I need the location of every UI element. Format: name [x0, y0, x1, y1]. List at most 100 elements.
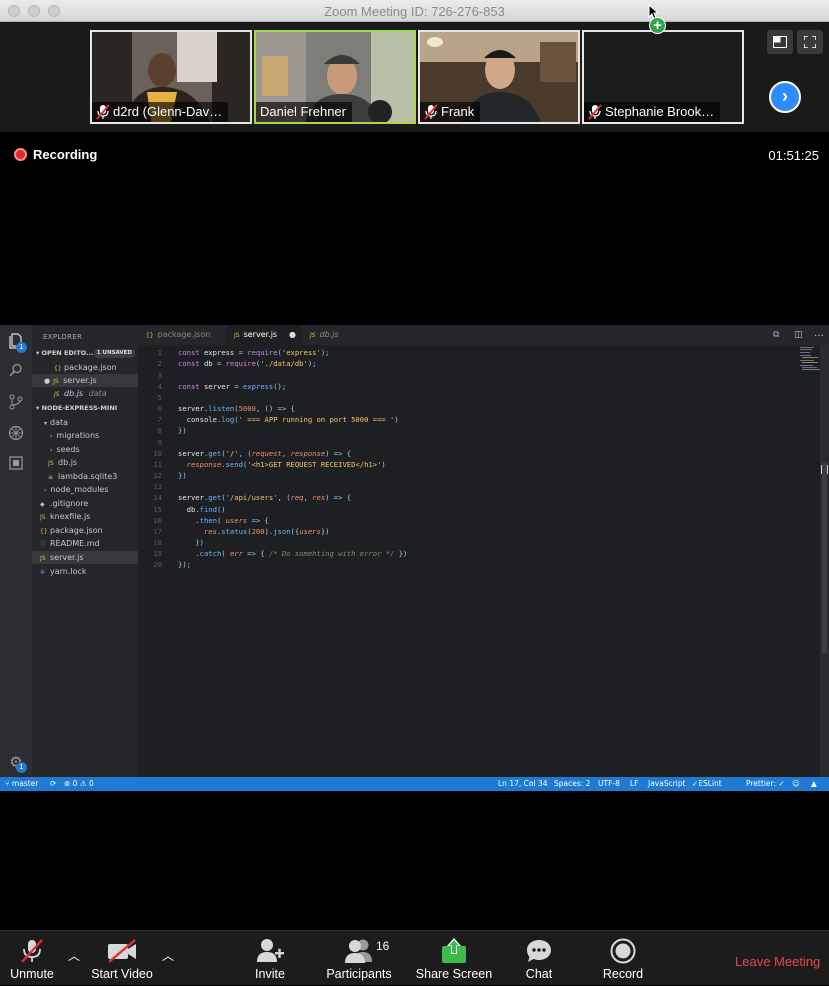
notifications-bell-icon[interactable]: ▲ [811, 777, 817, 791]
unmute-button[interactable]: Unmute [2, 931, 62, 986]
explorer-badge: 1 [16, 342, 27, 353]
start-video-button[interactable]: Start Video [86, 931, 158, 986]
extensions-icon[interactable] [7, 456, 25, 474]
code-line: .catch( err => { /* Do somehting with er… [178, 549, 408, 558]
participant-tile[interactable]: Stephanie Brook… [582, 30, 744, 124]
debug-icon[interactable] [7, 425, 25, 443]
settings-badge: 1 [16, 762, 27, 773]
tree-file-selected[interactable]: JS server.js [32, 551, 138, 564]
code-line: server.get('/api/users', (req, res) => { [178, 493, 352, 502]
json-file-icon: {} [54, 365, 62, 372]
record-icon [610, 938, 636, 964]
share-screen-button[interactable]: Share Screen [414, 931, 494, 986]
js-file-icon: JS [234, 332, 240, 339]
line-number: 13 [153, 482, 162, 491]
tree-file[interactable]: ≡ lambda.sqlite3 [32, 470, 138, 483]
tab-server-js[interactable]: JS server.js ● [226, 325, 302, 345]
minimap[interactable] [800, 347, 820, 371]
js-file-icon: JS [40, 514, 46, 521]
record-button[interactable]: Record [600, 931, 646, 986]
line-number: 18 [153, 538, 162, 547]
fullscreen-button[interactable] [797, 30, 823, 54]
video-options-caret-icon[interactable]: ︿ [162, 947, 174, 964]
explorer-title: EXPLORER [43, 333, 83, 341]
tab-package-json[interactable]: {} package.json [138, 325, 224, 345]
code-editor[interactable]: 1 2 3 4 5 6 7 8 9 10 11 12 13 14 15 16 1… [138, 345, 820, 777]
more-actions-icon[interactable]: … [814, 328, 824, 339]
feedback-smiley-icon[interactable]: ☺ [792, 777, 800, 791]
git-branch[interactable]: ⑂ master [5, 777, 38, 791]
tree-file[interactable]: ◆ .gitignore [32, 497, 138, 510]
participant-name-label: Frank [420, 102, 481, 122]
indentation[interactable]: Spaces: 2 [554, 777, 590, 791]
tree-file[interactable]: ✲ yarn.lock [32, 565, 138, 578]
database-file-icon: ≡ [48, 474, 54, 481]
tree-file[interactable]: JS db.js [32, 456, 138, 469]
open-changes-icon[interactable]: ⧉ [773, 330, 779, 340]
shared-screen-vscode: 1 ⚙ 1 EXPLORER ▾ OPEN EDITO... 1 UNSAVED… [0, 325, 829, 791]
next-page-button[interactable]: › [769, 81, 801, 113]
participant-tile[interactable]: Frank [418, 30, 580, 124]
open-editor-item[interactable]: JS db.js data [32, 387, 138, 400]
json-file-icon: {} [146, 332, 154, 339]
cursor-position[interactable]: Ln 17, Col 34 [498, 777, 547, 791]
js-file-icon: JS [310, 332, 316, 339]
json-file-icon: {} [40, 528, 48, 535]
participant-count-badge: 16 [376, 939, 390, 953]
code-line: }); [178, 560, 191, 569]
editor-scrollbar[interactable] [820, 345, 829, 777]
muted-mic-icon [96, 104, 110, 120]
participant-tile[interactable]: d2rd (Glenn-Dav… [90, 30, 252, 124]
source-control-icon[interactable] [7, 394, 25, 412]
tree-folder[interactable]: › migrations [32, 429, 138, 442]
code-line: server.get('/', (request, response) => { [178, 449, 352, 458]
language-mode[interactable]: JavaScript [648, 777, 686, 791]
open-editors-section[interactable]: ▾ OPEN EDITO... 1 UNSAVED [32, 347, 138, 360]
meeting-controls: Unmute ︿ Start Video ︿ Invite Participan… [0, 930, 829, 985]
prettier-status[interactable]: Prettier: ✓ [746, 777, 785, 791]
info-file-icon: ⓘ [40, 541, 47, 548]
line-number: 10 [153, 449, 162, 458]
unsaved-dot-icon[interactable]: ● [289, 325, 296, 345]
js-file-icon: JS [54, 391, 60, 398]
tab-db-js[interactable]: JS db.js [302, 325, 372, 345]
scrollbar-thumb[interactable] [822, 463, 827, 653]
line-ending[interactable]: LF [630, 777, 639, 791]
code-line: db.find() [186, 505, 226, 514]
recording-indicator: Recording [14, 147, 97, 162]
code-line: const db = require('./data/db'); [178, 359, 317, 368]
tree-folder[interactable]: ▾ data [32, 416, 138, 429]
participant-tile-active-speaker[interactable]: Daniel Frehner [254, 30, 416, 124]
line-number: 9 [157, 438, 162, 447]
project-section[interactable]: ▾ NODE-EXPRESS-MINI [32, 402, 138, 415]
encoding[interactable]: UTF-8 [598, 777, 620, 791]
code-line: }) [178, 471, 187, 480]
chevron-right-icon: › [50, 447, 53, 454]
invite-button[interactable]: Invite [246, 931, 294, 986]
audio-options-caret-icon[interactable]: ︿ [68, 947, 80, 964]
code-line: .then( users => { [178, 516, 269, 525]
view-layout-button[interactable] [767, 30, 793, 54]
open-editor-item[interactable]: {} package.json [32, 361, 138, 374]
line-number: 14 [153, 493, 162, 502]
unsaved-badge: 1 UNSAVED [93, 349, 135, 358]
open-editor-item-selected[interactable]: ● JS server.js [32, 374, 138, 387]
sync-icon[interactable]: ⟳ [50, 777, 56, 791]
line-number: 1 [157, 348, 162, 357]
chevron-down-icon: ▾ [44, 420, 48, 427]
tree-folder[interactable]: › seeds [32, 443, 138, 456]
leave-meeting-button[interactable]: Leave Meeting [735, 954, 820, 969]
eslint-status[interactable]: ✓ESLint [692, 777, 722, 791]
tree-file[interactable]: ⓘ README.md [32, 537, 138, 550]
split-editor-icon[interactable]: ◫ [794, 330, 803, 340]
js-file-icon: JS [53, 378, 59, 385]
chat-button[interactable]: Chat [518, 931, 560, 986]
tree-file[interactable]: JS knexfile.js [32, 510, 138, 523]
window-title: Zoom Meeting ID: 726-276-853 [324, 4, 505, 19]
problems-indicator[interactable]: ⊗ 0 ⚠ 0 [64, 777, 94, 791]
activity-bar: 1 ⚙ 1 [0, 325, 32, 777]
tree-folder[interactable]: › node_modules [32, 483, 138, 496]
search-icon[interactable] [7, 363, 25, 381]
line-number: 17 [153, 527, 162, 536]
tree-file[interactable]: {} package.json [32, 524, 138, 537]
